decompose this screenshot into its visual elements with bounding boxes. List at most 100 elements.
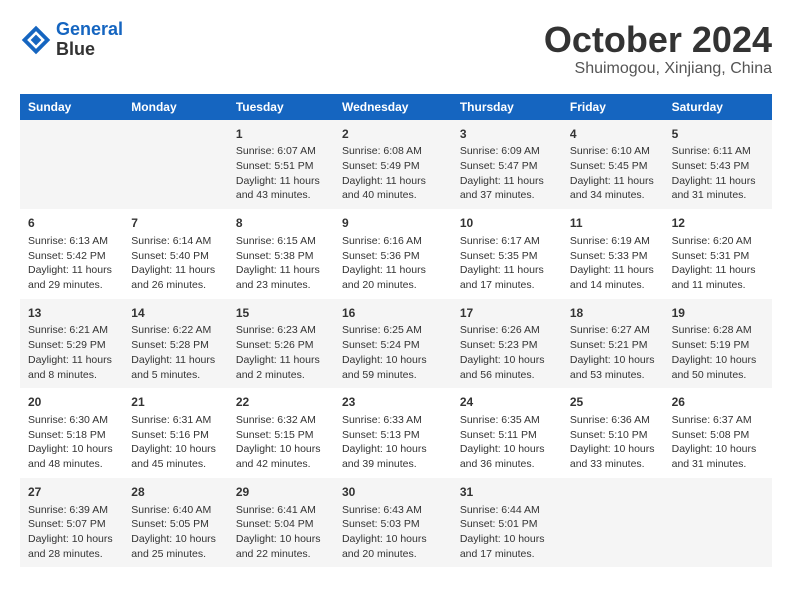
day-info: Sunrise: 6:25 AM Sunset: 5:24 PM Dayligh… [342,323,444,382]
calendar-cell [20,120,123,210]
day-number: 30 [342,484,444,501]
calendar-cell: 13Sunrise: 6:21 AM Sunset: 5:29 PM Dayli… [20,299,123,389]
day-info: Sunrise: 6:41 AM Sunset: 5:04 PM Dayligh… [236,503,326,562]
day-info: Sunrise: 6:17 AM Sunset: 5:35 PM Dayligh… [460,234,554,293]
calendar-cell: 19Sunrise: 6:28 AM Sunset: 5:19 PM Dayli… [664,299,772,389]
calendar-cell: 30 Sunrise: 6:43 AM Sunset: 5:03 PM Dayli… [334,478,452,568]
day-number: 22 [236,394,326,411]
header-day: Saturday [664,94,772,120]
header-day: Tuesday [228,94,334,120]
day-info: Sunrise: 6:36 AM Sunset: 5:10 PM Dayligh… [570,413,656,472]
calendar-cell: 20Sunrise: 6:30 AM Sunset: 5:18 PM Dayli… [20,388,123,478]
day-info: Sunrise: 6:13 AM Sunset: 5:42 PM Dayligh… [28,234,115,293]
day-number: 1 [236,126,326,143]
day-info: Sunrise: 6:19 AM Sunset: 5:33 PM Dayligh… [570,234,656,293]
day-number: 2 [342,126,444,143]
day-number: 15 [236,305,326,322]
day-number: 4 [570,126,656,143]
day-info: Sunrise: 6:10 AM Sunset: 5:45 PM Dayligh… [570,144,656,203]
day-info: Sunrise: 6:15 AM Sunset: 5:38 PM Dayligh… [236,234,326,293]
day-number: 13 [28,305,115,322]
day-number: 17 [460,305,554,322]
day-info: Sunrise: 6:14 AM Sunset: 5:40 PM Dayligh… [131,234,220,293]
calendar-cell: 4Sunrise: 6:10 AM Sunset: 5:45 PM Daylig… [562,120,664,210]
day-number: 27 [28,484,115,501]
day-number: 21 [131,394,220,411]
calendar-cell: 18Sunrise: 6:27 AM Sunset: 5:21 PM Dayli… [562,299,664,389]
day-info: Sunrise: 6:30 AM Sunset: 5:18 PM Dayligh… [28,413,115,472]
calendar-cell: 23 Sunrise: 6:33 AM Sunset: 5:13 PM Dayli… [334,388,452,478]
logo-text: General Blue [56,20,123,60]
day-info: Sunrise: 6:40 AM Sunset: 5:05 PM Dayligh… [131,503,220,562]
calendar-cell: 7 Sunrise: 6:14 AM Sunset: 5:40 PM Daylig… [123,209,228,299]
day-info: Sunrise: 6:21 AM Sunset: 5:29 PM Dayligh… [28,323,115,382]
calendar-cell: 24 Sunrise: 6:35 AM Sunset: 5:11 PM Dayli… [452,388,562,478]
day-number: 6 [28,215,115,232]
day-number: 31 [460,484,554,501]
day-info: Sunrise: 6:31 AM Sunset: 5:16 PM Dayligh… [131,413,220,472]
day-info: Sunrise: 6:22 AM Sunset: 5:28 PM Dayligh… [131,323,220,382]
day-info: Sunrise: 6:33 AM Sunset: 5:13 PM Dayligh… [342,413,444,472]
day-number: 28 [131,484,220,501]
day-number: 23 [342,394,444,411]
calendar-week-row: 6 Sunrise: 6:13 AM Sunset: 5:42 PM Daylig… [20,209,772,299]
calendar-cell: 28 Sunrise: 6:40 AM Sunset: 5:05 PM Dayli… [123,478,228,568]
calendar-cell: 1Sunrise: 6:07 AM Sunset: 5:51 PM Daylig… [228,120,334,210]
day-info: Sunrise: 6:26 AM Sunset: 5:23 PM Dayligh… [460,323,554,382]
month-title: October 2024 [544,20,772,60]
day-number: 5 [672,126,764,143]
day-number: 7 [131,215,220,232]
day-info: Sunrise: 6:43 AM Sunset: 5:03 PM Dayligh… [342,503,444,562]
day-info: Sunrise: 6:27 AM Sunset: 5:21 PM Dayligh… [570,323,656,382]
calendar-cell: 22Sunrise: 6:32 AM Sunset: 5:15 PM Dayli… [228,388,334,478]
logo-icon [20,24,52,56]
day-info: Sunrise: 6:20 AM Sunset: 5:31 PM Dayligh… [672,234,764,293]
day-info: Sunrise: 6:07 AM Sunset: 5:51 PM Dayligh… [236,144,326,203]
day-number: 8 [236,215,326,232]
calendar-cell: 5Sunrise: 6:11 AM Sunset: 5:43 PM Daylig… [664,120,772,210]
day-info: Sunrise: 6:37 AM Sunset: 5:08 PM Dayligh… [672,413,764,472]
calendar-week-row: 13Sunrise: 6:21 AM Sunset: 5:29 PM Dayli… [20,299,772,389]
day-number: 25 [570,394,656,411]
header-day: Sunday [20,94,123,120]
day-info: Sunrise: 6:16 AM Sunset: 5:36 PM Dayligh… [342,234,444,293]
day-info: Sunrise: 6:39 AM Sunset: 5:07 PM Dayligh… [28,503,115,562]
day-number: 3 [460,126,554,143]
day-number: 19 [672,305,764,322]
logo: General Blue [20,20,123,60]
day-info: Sunrise: 6:23 AM Sunset: 5:26 PM Dayligh… [236,323,326,382]
day-number: 29 [236,484,326,501]
day-number: 24 [460,394,554,411]
location: Shuimogou, Xinjiang, China [544,60,772,78]
calendar-cell: 12 Sunrise: 6:20 AM Sunset: 5:31 PM Dayli… [664,209,772,299]
calendar-cell: 14Sunrise: 6:22 AM Sunset: 5:28 PM Dayli… [123,299,228,389]
header-row: SundayMondayTuesdayWednesdayThursdayFrid… [20,94,772,120]
day-info: Sunrise: 6:08 AM Sunset: 5:49 PM Dayligh… [342,144,444,203]
calendar-cell [664,478,772,568]
day-number: 10 [460,215,554,232]
calendar-table: SundayMondayTuesdayWednesdayThursdayFrid… [20,94,772,568]
calendar-cell: 16Sunrise: 6:25 AM Sunset: 5:24 PM Dayli… [334,299,452,389]
calendar-week-row: 20Sunrise: 6:30 AM Sunset: 5:18 PM Dayli… [20,388,772,478]
calendar-cell: 3Sunrise: 6:09 AM Sunset: 5:47 PM Daylig… [452,120,562,210]
page-header: General Blue October 2024 Shuimogou, Xin… [20,20,772,78]
day-number: 12 [672,215,764,232]
calendar-cell: 21 Sunrise: 6:31 AM Sunset: 5:16 PM Dayli… [123,388,228,478]
day-info: Sunrise: 6:44 AM Sunset: 5:01 PM Dayligh… [460,503,554,562]
calendar-cell: 29 Sunrise: 6:41 AM Sunset: 5:04 PM Dayli… [228,478,334,568]
calendar-cell: 27 Sunrise: 6:39 AM Sunset: 5:07 PM Dayli… [20,478,123,568]
calendar-cell: 26Sunrise: 6:37 AM Sunset: 5:08 PM Dayli… [664,388,772,478]
calendar-week-row: 1Sunrise: 6:07 AM Sunset: 5:51 PM Daylig… [20,120,772,210]
day-number: 14 [131,305,220,322]
calendar-week-row: 27 Sunrise: 6:39 AM Sunset: 5:07 PM Dayli… [20,478,772,568]
header-day: Thursday [452,94,562,120]
calendar-cell [123,120,228,210]
calendar-cell: 17Sunrise: 6:26 AM Sunset: 5:23 PM Dayli… [452,299,562,389]
calendar-cell: 31 Sunrise: 6:44 AM Sunset: 5:01 PM Dayli… [452,478,562,568]
day-info: Sunrise: 6:35 AM Sunset: 5:11 PM Dayligh… [460,413,554,472]
day-number: 16 [342,305,444,322]
calendar-cell: 11Sunrise: 6:19 AM Sunset: 5:33 PM Dayli… [562,209,664,299]
calendar-cell: 2Sunrise: 6:08 AM Sunset: 5:49 PM Daylig… [334,120,452,210]
day-info: Sunrise: 6:09 AM Sunset: 5:47 PM Dayligh… [460,144,554,203]
header-day: Friday [562,94,664,120]
